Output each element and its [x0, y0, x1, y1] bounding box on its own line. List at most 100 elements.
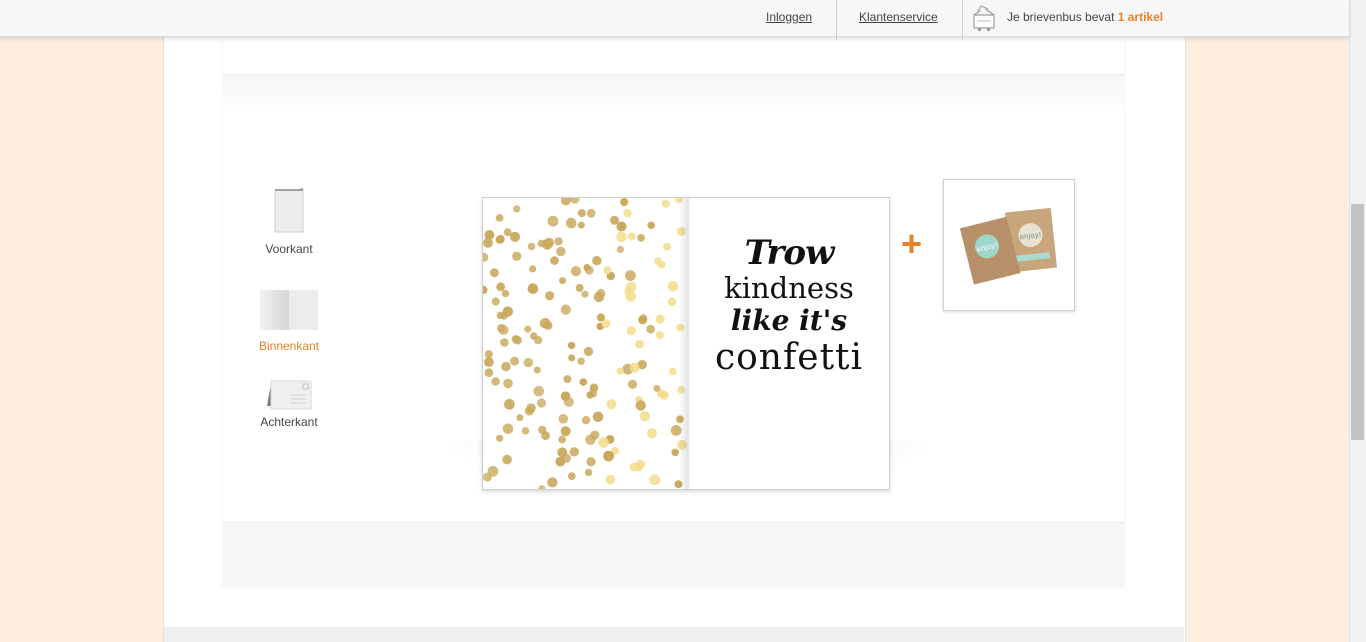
- confetti-dot: [586, 457, 596, 467]
- confetti-dot: [592, 411, 604, 423]
- confetti-dot: [577, 221, 585, 229]
- confetti-dot: [533, 385, 545, 397]
- confetti-dot: [560, 426, 571, 437]
- confetti-dot: [616, 245, 624, 254]
- confetti-dot: [503, 228, 512, 237]
- login-link[interactable]: Inloggen: [766, 10, 812, 24]
- card-inside-icon: [260, 290, 318, 330]
- cart-status[interactable]: Je brievenbus bevat 1 artikel: [1007, 10, 1163, 24]
- confetti-dot: [567, 341, 576, 350]
- confetti-dot: [577, 357, 585, 365]
- confetti-dot: [635, 339, 644, 349]
- envelope-icon: [267, 380, 312, 410]
- confetti-dot: [484, 230, 495, 240]
- confetti-dot: [671, 448, 679, 457]
- confetti-dot: [654, 257, 662, 265]
- divider: [836, 0, 837, 40]
- confetti-dot: [655, 314, 665, 324]
- confetti-dot: [627, 379, 638, 389]
- confetti-dot: [504, 398, 515, 410]
- card-left-page: [483, 198, 687, 489]
- confetti-dot: [667, 281, 679, 292]
- confetti-dot: [554, 237, 563, 246]
- card-right-page: Trow kindness like it's confetti: [689, 198, 889, 489]
- confetti-pattern: [483, 198, 687, 489]
- confetti-dot: [523, 357, 533, 368]
- confetti-dot: [502, 423, 514, 435]
- nav-item-front[interactable]: Voorkant: [259, 188, 319, 256]
- nav-item-back[interactable]: Achterkant: [259, 380, 319, 429]
- confetti-dot: [568, 354, 576, 362]
- confetti-dot: [484, 368, 494, 378]
- confetti-dot: [491, 297, 500, 306]
- confetti-dot: [547, 477, 558, 488]
- confetti-dot: [570, 198, 580, 204]
- panel-band: [223, 75, 1124, 115]
- confetti-dot: [635, 400, 646, 411]
- confetti-dot: [513, 205, 521, 213]
- confetti-dot: [623, 208, 632, 218]
- card-quote: Trow kindness like it's confetti: [689, 234, 889, 378]
- customer-service-link[interactable]: Klantenservice: [859, 10, 938, 24]
- confetti-dot: [550, 256, 559, 265]
- panel-footer: [223, 522, 1124, 587]
- confetti-dot: [510, 356, 520, 366]
- confetti-dot: [616, 231, 627, 243]
- nav-label: Voorkant: [265, 242, 313, 256]
- confetti-dot: [545, 291, 555, 301]
- confetti-dot: [536, 398, 547, 408]
- confetti-dot: [577, 209, 586, 218]
- confetti-dot: [483, 285, 488, 294]
- gift-thumbnail[interactable]: enjoy! enjoy!: [943, 179, 1075, 311]
- confetti-dot: [483, 472, 492, 482]
- confetti-dot: [567, 472, 576, 480]
- confetti-dot: [529, 265, 537, 273]
- confetti-dot: [538, 485, 546, 489]
- confetti-dot: [616, 367, 624, 375]
- confetti-dot: [484, 357, 494, 367]
- confetti-dot: [629, 362, 640, 373]
- confetti-dot: [627, 232, 636, 241]
- confetti-dot: [575, 283, 584, 292]
- confetti-dot: [497, 323, 506, 333]
- confetti-dot: [537, 239, 546, 248]
- confetti-dot: [533, 335, 543, 345]
- confetti-dot: [489, 268, 499, 278]
- confetti-dot: [586, 391, 594, 399]
- confetti-dot: [637, 234, 645, 242]
- confetti-dot: [500, 338, 509, 347]
- confetti-dot: [590, 430, 600, 440]
- confetti-dot: [563, 375, 572, 384]
- confetti-dot: [605, 474, 616, 485]
- confetti-dot: [495, 236, 504, 244]
- confetti-dot: [560, 304, 571, 315]
- confetti-dot: [547, 215, 559, 227]
- confetti-dot: [483, 252, 489, 262]
- confetti-dot: [625, 270, 636, 281]
- confetti-dot: [669, 367, 677, 376]
- cart-count[interactable]: 1 artikel: [1118, 10, 1163, 24]
- confetti-dot: [661, 199, 670, 208]
- confetti-dot: [616, 221, 627, 232]
- confetti-dot: [667, 297, 677, 307]
- confetti-dot: [579, 378, 588, 386]
- quote-line: kindness: [724, 271, 854, 305]
- nav-item-inside[interactable]: Binnenkant: [257, 290, 321, 353]
- confetti-dot: [649, 474, 661, 486]
- confetti-dot: [601, 319, 611, 328]
- card-preview[interactable]: Trow kindness like it's confetti: [482, 197, 890, 490]
- scrollbar-thumb[interactable]: [1351, 204, 1364, 440]
- confetti-dot: [639, 411, 651, 422]
- confetti-dot: [583, 346, 594, 357]
- confetti-dot: [526, 403, 536, 413]
- confetti-dot: [559, 277, 566, 285]
- confetti-dot: [495, 214, 504, 222]
- mailbox-icon[interactable]: [972, 5, 996, 31]
- divider: [962, 0, 963, 40]
- confetti-dot: [581, 290, 589, 298]
- confetti-dot: [624, 287, 632, 295]
- confetti-dot: [527, 242, 536, 251]
- confetti-dot: [558, 435, 566, 444]
- confetti-dot: [586, 208, 596, 218]
- quote-line: confetti: [714, 337, 864, 378]
